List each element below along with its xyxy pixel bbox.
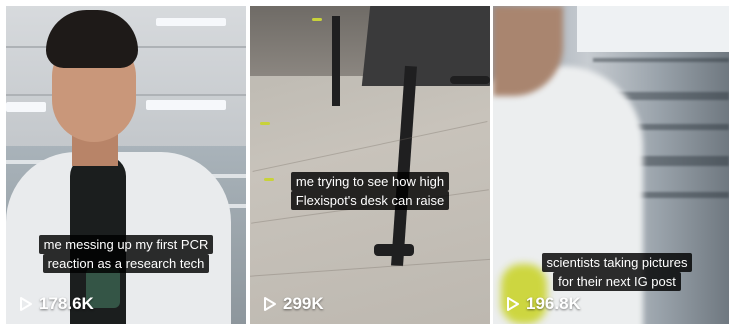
view-count: 178.6K <box>19 294 94 314</box>
caption-line: reaction as a research tech <box>42 254 210 273</box>
video-tile[interactable]: me messing up my first PCR reaction as a… <box>6 6 246 324</box>
video-caption: scientists taking pictures for their nex… <box>527 253 707 291</box>
view-count: 299K <box>263 294 324 314</box>
video-tile[interactable]: scientists taking pictures for their nex… <box>493 6 729 324</box>
view-count-label: 196.8K <box>526 294 581 313</box>
view-count-label: 299K <box>283 294 324 313</box>
caption-line: scientists taking pictures <box>541 253 693 272</box>
video-grid: me messing up my first PCR reaction as a… <box>0 0 729 326</box>
view-count-label: 178.6K <box>39 294 94 313</box>
play-icon <box>264 297 276 311</box>
view-count: 196.8K <box>506 294 581 314</box>
caption-line: for their next IG post <box>553 272 681 291</box>
play-icon <box>507 297 519 311</box>
caption-line: me trying to see how high <box>290 172 450 191</box>
video-tile[interactable]: me trying to see how high Flexispot's de… <box>250 6 490 324</box>
play-icon <box>20 297 32 311</box>
video-caption: me messing up my first PCR reaction as a… <box>32 235 220 273</box>
thumbnail-image <box>250 6 490 324</box>
caption-line: me messing up my first PCR <box>38 235 214 254</box>
caption-line: Flexispot's desk can raise <box>290 191 450 210</box>
video-caption: me trying to see how high Flexispot's de… <box>280 172 460 210</box>
